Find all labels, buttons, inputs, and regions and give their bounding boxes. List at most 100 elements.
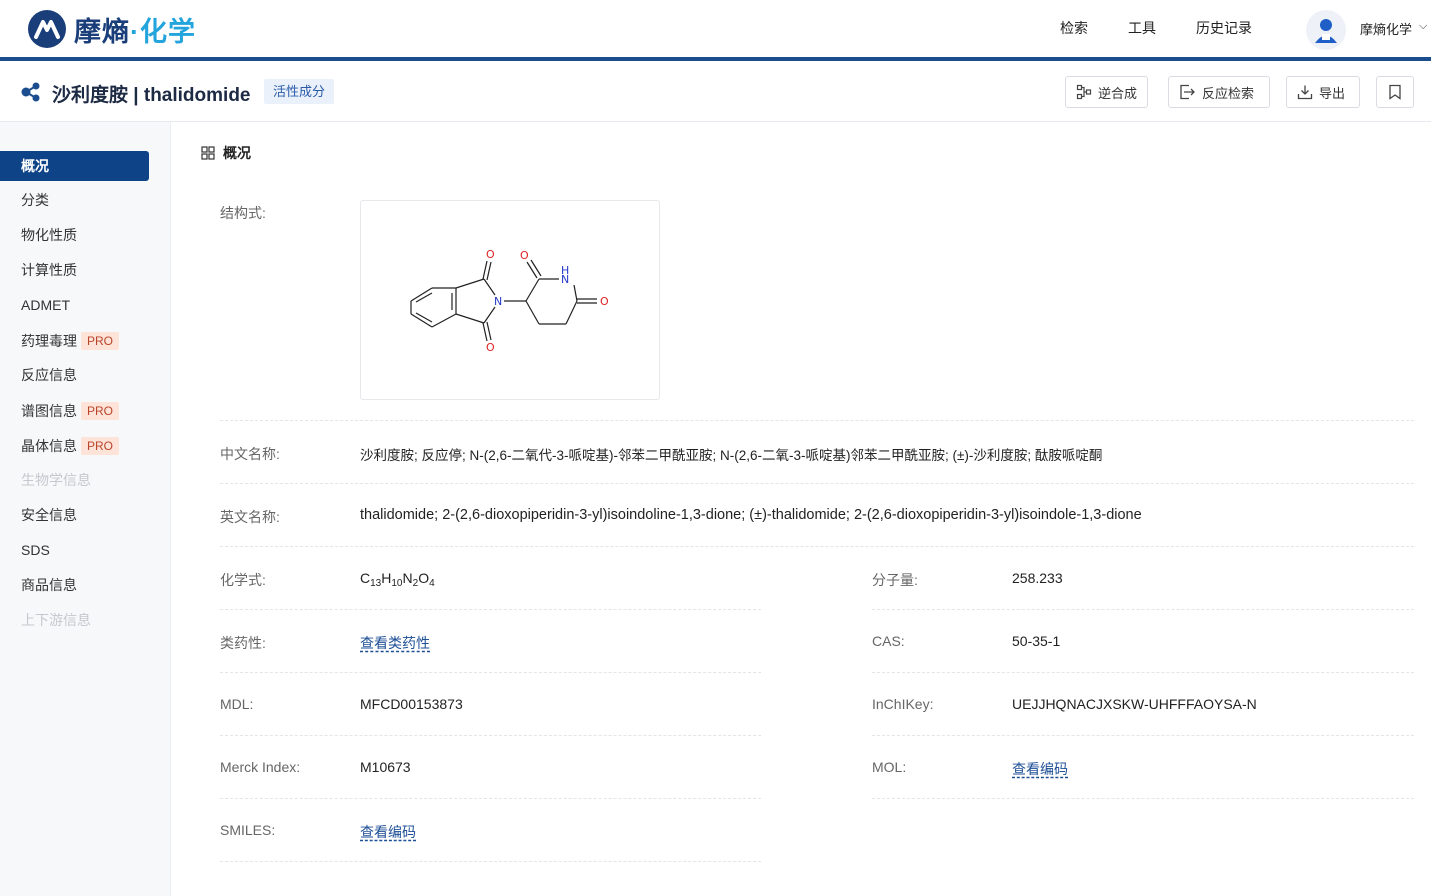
druglike-label: 类药性:: [220, 635, 266, 651]
logo-text: 摩熵·化学: [74, 16, 196, 47]
sidebar-item-label: 分类: [21, 192, 49, 208]
sidebar-item-upstream-downstream: 上下游信息: [0, 605, 149, 635]
sidebar-item-label: 概况: [21, 158, 49, 174]
mol-label: MOL:: [872, 759, 907, 775]
en-name-label: 英文名称:: [220, 509, 280, 525]
page-title: 沙利度胺 | thalidomide: [52, 85, 251, 106]
sidebar-item-label: 安全信息: [21, 507, 77, 523]
logo[interactable]: 摩熵·化学: [28, 8, 196, 50]
nav-search[interactable]: 检索: [1060, 18, 1088, 38]
atom-label: N: [494, 295, 502, 308]
export-label: 导出: [1319, 85, 1346, 101]
mw-value: 258.233: [1012, 570, 1063, 586]
sidebar-item-classification[interactable]: 分类: [0, 185, 149, 215]
reaction-search-button[interactable]: 反应检索: [1168, 76, 1270, 108]
mdl-value: MFCD00153873: [360, 696, 463, 712]
sidebar-item-computed[interactable]: 计算性质: [0, 255, 149, 285]
sidebar-item-admet[interactable]: ADMET: [0, 290, 149, 320]
formula-label: 化学式:: [220, 572, 266, 588]
formula-value: C13H10N2O4: [360, 570, 435, 589]
sidebar-item-label: ADMET: [21, 297, 70, 313]
pro-badge: PRO: [81, 332, 120, 351]
en-name-value: thalidomide; 2-(2,6-dioxopiperidin-3-yl)…: [360, 507, 1142, 523]
pro-badge: PRO: [81, 437, 120, 456]
bookmark-icon: [1389, 84, 1401, 100]
druglike-link[interactable]: 查看类药性: [360, 633, 430, 653]
category-tag: 活性成分: [264, 79, 335, 104]
avatar[interactable]: [1306, 10, 1346, 50]
sidebar-item-label: 物化性质: [21, 227, 77, 243]
inchikey-value: UEJJHQNACJXSKW-UHFFFAOYSA-N: [1012, 696, 1257, 712]
divider: [220, 609, 761, 610]
document-arrow-icon: [1180, 84, 1195, 100]
pro-badge: PRO: [81, 402, 120, 421]
atom-label: O: [486, 248, 495, 261]
smiles-label: SMILES:: [220, 822, 276, 838]
structure-image[interactable]: O O N O H N O: [360, 200, 660, 400]
sidebar-item-crystal[interactable]: 晶体信息 PRO: [0, 431, 149, 461]
cn-name-value: 沙利度胺; 反应停; N-(2,6-二氧代-3-哌啶基)-邻苯二甲酰亚胺; N-…: [360, 448, 1103, 463]
merck-label: Merck Index:: [220, 759, 301, 775]
inchikey-label: InChIKey:: [872, 696, 934, 712]
sidebar-item-label: 药理毒理: [21, 333, 77, 349]
download-icon: [1297, 85, 1313, 100]
sidebar-item-label: 谱图信息: [21, 403, 77, 419]
section-title: 概况: [223, 145, 251, 161]
divider: [220, 798, 761, 799]
atom-label: O: [520, 249, 529, 262]
logo-icon: [28, 10, 66, 48]
divider: [220, 483, 1414, 484]
reaction-search-label: 反应检索: [1202, 85, 1255, 101]
sidebar: 概况 分类 物化性质 计算性质 ADMET 药理毒理 PRO 反应信息 谱图信息 P…: [0, 122, 171, 896]
retrosynthesis-label: 逆合成: [1098, 85, 1138, 101]
sidebar-item-label: 晶体信息: [21, 438, 77, 454]
tree-icon: [1076, 84, 1092, 100]
top-header: 摩熵·化学 检索 工具 历史记录 摩熵化学 ⌵: [0, 0, 1431, 58]
sidebar-item-pharmacology[interactable]: 药理毒理 PRO: [0, 326, 149, 356]
sidebar-item-biology: 生物学信息: [0, 465, 149, 495]
mdl-label: MDL:: [220, 696, 254, 712]
divider: [220, 735, 761, 736]
chevron-down-icon[interactable]: ⌵: [1419, 20, 1427, 33]
sidebar-item-physchem[interactable]: 物化性质: [0, 220, 149, 250]
user-icon: [1315, 19, 1337, 43]
divider: [872, 798, 1414, 799]
atom-label: O: [486, 341, 495, 354]
retrosynthesis-button[interactable]: 逆合成: [1065, 76, 1149, 108]
divider: [220, 420, 1414, 421]
mol-link[interactable]: 查看编码: [1012, 759, 1068, 779]
sidebar-item-safety[interactable]: 安全信息: [0, 500, 149, 530]
merck-value: M10673: [360, 759, 411, 775]
structure-diagram: O O N O H N O: [410, 248, 609, 354]
sidebar-item-reaction[interactable]: 反应信息: [0, 360, 149, 390]
sidebar-item-overview[interactable]: 概况: [0, 151, 149, 181]
atom-label: N: [561, 273, 569, 286]
nav-tools[interactable]: 工具: [1128, 18, 1156, 38]
sidebar-item-spectra[interactable]: 谱图信息 PRO: [0, 396, 149, 426]
sidebar-item-sds[interactable]: SDS: [0, 535, 149, 565]
sidebar-item-label: 上下游信息: [21, 612, 91, 628]
cas-value: 50-35-1: [1012, 633, 1061, 649]
divider: [872, 735, 1414, 736]
structure-label: 结构式:: [220, 205, 266, 221]
divider: [872, 672, 1414, 673]
divider: [220, 861, 761, 862]
atom-label: O: [600, 295, 609, 308]
sidebar-item-label: 反应信息: [21, 367, 77, 383]
user-name[interactable]: 摩熵化学: [1360, 19, 1412, 38]
sidebar-item-label: 计算性质: [21, 262, 77, 278]
smiles-link[interactable]: 查看编码: [360, 822, 416, 842]
cas-label: CAS:: [872, 633, 905, 649]
divider: [220, 672, 761, 673]
molecule-icon: [21, 82, 40, 102]
nav-history[interactable]: 历史记录: [1196, 18, 1252, 38]
export-button[interactable]: 导出: [1286, 76, 1360, 108]
sidebar-item-label: 生物学信息: [21, 472, 91, 488]
mw-label: 分子量:: [872, 572, 918, 588]
divider: [872, 609, 1414, 610]
sidebar-item-label: 商品信息: [21, 577, 77, 593]
section-heading: 概况: [201, 143, 251, 163]
sidebar-item-products[interactable]: 商品信息: [0, 570, 149, 600]
bookmark-button[interactable]: [1376, 76, 1414, 108]
compound-titlebar: 沙利度胺 | thalidomide 活性成分 逆合成 反应检索 导出: [0, 61, 1431, 122]
